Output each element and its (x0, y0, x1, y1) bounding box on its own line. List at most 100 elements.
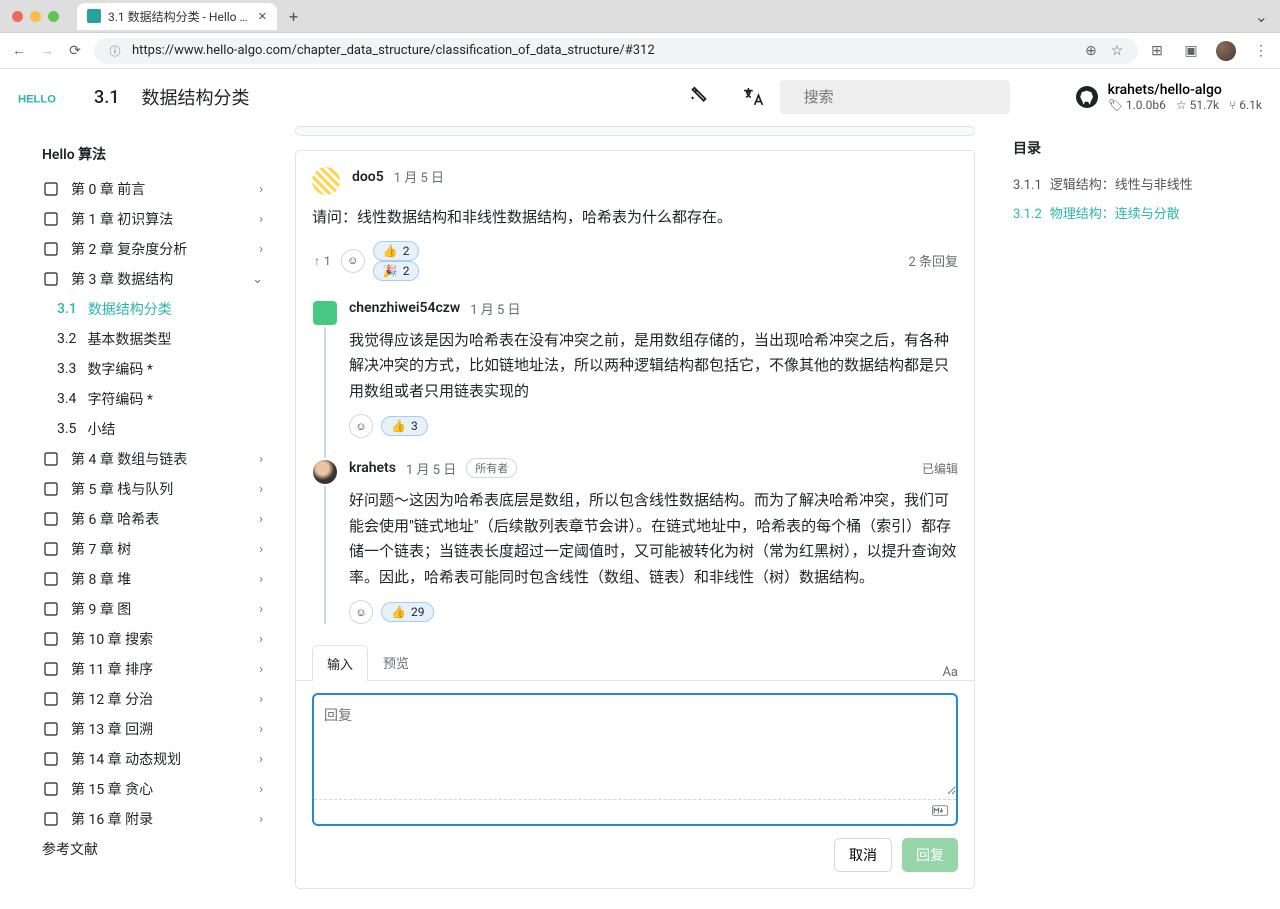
sidebar-chapter[interactable]: 第 15 章 贪心› (20, 774, 275, 804)
sidebar-section[interactable]: 3.5小结 (20, 414, 275, 444)
browser-tab[interactable]: 3.1 数据结构分类 - Hello 算法 ✕ (77, 3, 277, 30)
reaction-pill[interactable]: 👍2 (373, 241, 420, 261)
add-reaction-icon[interactable]: ☺ (341, 249, 365, 273)
sidebar-chapter[interactable]: 第 2 章 复杂度分析› (20, 234, 275, 264)
edited-label: 已编辑 (922, 460, 958, 477)
profile-avatar[interactable] (1216, 41, 1236, 61)
reload-icon[interactable]: ⟳ (66, 43, 84, 59)
sidebar-section[interactable]: 3.2基本数据类型 (20, 324, 275, 354)
sidebar-chapter[interactable]: 第 14 章 动态规划› (20, 744, 275, 774)
add-reaction-icon[interactable]: ☺ (349, 414, 373, 438)
markdown-hint-icon[interactable] (314, 799, 956, 824)
menu-icon[interactable]: ⋮ (1252, 43, 1270, 59)
reply-author[interactable]: chenzhiwei54czw (349, 300, 460, 316)
upvote-button[interactable]: ↑ 1 (312, 252, 333, 270)
cancel-button[interactable]: 取消 (834, 838, 892, 872)
site-info-icon[interactable]: ⓘ (106, 43, 124, 59)
sidebar-chapter[interactable]: 第 13 章 回溯› (20, 714, 275, 744)
chapter-icon (42, 570, 60, 588)
search-input[interactable] (804, 89, 1003, 106)
theme-toggle-icon[interactable] (688, 86, 710, 108)
format-icon[interactable]: Aa (942, 665, 958, 680)
chapter-label: 第 6 章 哈希表 (71, 509, 248, 529)
chapter-label: 第 12 章 分治 (71, 689, 248, 709)
reply-text: 好问题～这因为哈希表底层是数组，所以包含线性数据结构。而为了解决哈希冲突，我们可… (349, 488, 958, 590)
reply-textarea[interactable] (314, 695, 956, 795)
avatar[interactable] (311, 458, 339, 486)
sidebar-chapter[interactable]: 第 8 章 堆› (20, 564, 275, 594)
sidebar-chapter[interactable]: 第 1 章 初识算法› (20, 204, 275, 234)
sidebar-chapter[interactable]: 第 5 章 栈与队列› (20, 474, 275, 504)
sidebar-chapter[interactable]: 第 12 章 分治› (20, 684, 275, 714)
sidebar-chapter[interactable]: 第 11 章 排序› (20, 654, 275, 684)
chapter-label: 第 8 章 堆 (71, 569, 248, 589)
reply-count[interactable]: 2 条回复 (908, 251, 958, 270)
reply-author[interactable]: krahets (349, 460, 396, 476)
extensions-icon[interactable]: ⊞ (1148, 43, 1166, 59)
submit-reply-button[interactable]: 回复 (902, 838, 958, 872)
toc-item[interactable]: 3.1.2物理结构：连续与分散 (1013, 201, 1227, 230)
reply-date: 1 月 5 日 (470, 299, 520, 318)
close-window[interactable] (12, 11, 23, 22)
sidebar-section[interactable]: 3.3数字编码 * (20, 354, 275, 384)
avatar[interactable] (312, 167, 340, 195)
chevron-down-icon: ⌄ (252, 272, 263, 287)
add-reaction-icon[interactable]: ☺ (349, 600, 373, 624)
reply-editor (312, 693, 958, 826)
chevron-right-icon: › (259, 542, 263, 557)
sidebar-section[interactable]: 3.4字符编码 * (20, 384, 275, 414)
favicon (87, 9, 101, 23)
sidebar-section[interactable]: 3.1数据结构分类 (20, 294, 275, 324)
back-icon[interactable]: ← (10, 42, 28, 59)
sidebar-chapter[interactable]: 第 7 章 树› (20, 534, 275, 564)
chapter-label: 第 3 章 数据结构 (71, 269, 241, 289)
bookmark-icon[interactable]: ☆ (1108, 43, 1126, 59)
toc-item[interactable]: 3.1.1逻辑结构：线性与非线性 (1013, 172, 1227, 201)
sidebar-chapter[interactable]: 第 4 章 数组与链表› (20, 444, 275, 474)
section-num: 3.5 (57, 421, 76, 437)
zoom-icon[interactable]: ⊕ (1082, 43, 1100, 59)
tab-menu-icon[interactable]: ⌄ (1255, 7, 1268, 26)
toc-label: 物理结构：连续与分散 (1050, 207, 1180, 222)
reaction-pill[interactable]: 👍29 (381, 602, 434, 622)
minimize-window[interactable] (30, 11, 41, 22)
chapter-icon (42, 480, 60, 498)
address-bar[interactable]: ⓘ https://www.hello-algo.com/chapter_dat… (94, 38, 1138, 64)
sidebar-chapter[interactable]: 第 9 章 图› (20, 594, 275, 624)
chapter-icon (42, 510, 60, 528)
close-tab-icon[interactable]: ✕ (258, 10, 267, 23)
side-panel-icon[interactable]: ▣ (1182, 43, 1200, 59)
search-box[interactable] (780, 80, 1010, 114)
chevron-right-icon: › (259, 662, 263, 677)
chevron-right-icon: › (259, 212, 263, 227)
tab-preview[interactable]: 预览 (368, 644, 424, 680)
sidebar-chapter[interactable]: 第 3 章 数据结构 ⌄ (20, 264, 275, 294)
new-tab-button[interactable]: + (289, 7, 298, 26)
language-icon[interactable] (742, 86, 764, 108)
maximize-window[interactable] (48, 11, 59, 22)
tab-input[interactable]: 输入 (312, 645, 368, 681)
window-controls (12, 11, 59, 22)
avatar[interactable] (311, 299, 339, 327)
sidebar-references[interactable]: 参考文献 (20, 834, 275, 864)
comment-author[interactable]: doo5 (352, 169, 384, 185)
tab-strip: 3.1 数据结构分类 - Hello 算法 ✕ + ⌄ (0, 0, 1280, 33)
chapter-label: 第 0 章 前言 (71, 179, 248, 199)
chevron-right-icon: › (259, 512, 263, 527)
chapter-icon (42, 720, 60, 738)
sidebar-chapter[interactable]: 第 0 章 前言› (20, 174, 275, 204)
chevron-right-icon: › (259, 812, 263, 827)
sidebar-chapter[interactable]: 第 10 章 搜索› (20, 624, 275, 654)
chapter-icon (42, 780, 60, 798)
reaction-count: 2 (403, 244, 410, 258)
github-link[interactable]: krahets/hello-algo 🏷 1.0.0b6 ☆ 51.7k ⑂ 6… (1076, 82, 1262, 112)
reaction-count: 29 (411, 605, 425, 619)
sidebar-chapter[interactable]: 第 16 章 附录› (20, 804, 275, 834)
reaction-emoji: 🎉 (383, 264, 398, 278)
chapter-icon (42, 690, 60, 708)
github-icon (1076, 86, 1098, 108)
reaction-pill[interactable]: 🎉2 (373, 261, 420, 281)
sidebar-chapter[interactable]: 第 6 章 哈希表 › (20, 504, 275, 534)
site-logo[interactable]: HELLO (18, 83, 66, 111)
reaction-pill[interactable]: 👍3 (381, 416, 428, 436)
